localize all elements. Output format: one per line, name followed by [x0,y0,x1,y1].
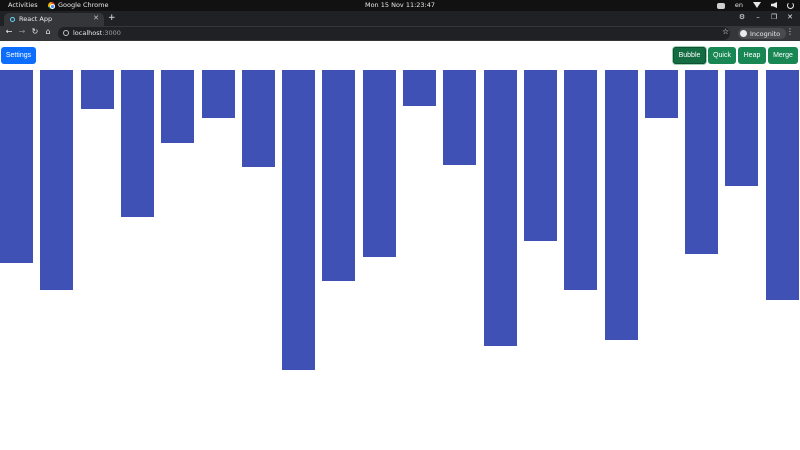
array-bar [0,70,33,263]
array-bar [161,70,194,143]
array-bar [725,70,758,186]
quick-sort-button[interactable]: Quick [708,47,736,64]
array-bar [81,70,114,109]
merge-sort-button[interactable]: Merge [768,47,798,64]
array-bar [484,70,517,346]
array-bar [322,70,355,281]
array-bar [524,70,557,241]
array-bar [766,70,799,300]
bubble-sort-button[interactable]: Bubble [673,47,706,64]
array-bar [605,70,638,340]
array-bars [0,0,800,450]
array-bar [121,70,154,217]
array-bar [645,70,678,118]
heap-sort-button[interactable]: Heap [738,47,766,64]
array-bar [403,70,436,106]
array-bar [564,70,597,290]
array-bar [685,70,718,254]
array-bar [202,70,235,118]
array-bar [40,70,73,290]
array-bar [282,70,315,370]
array-bar [363,70,396,257]
settings-button[interactable]: Settings [1,47,36,64]
array-bar [242,70,275,167]
array-bar [443,70,476,165]
